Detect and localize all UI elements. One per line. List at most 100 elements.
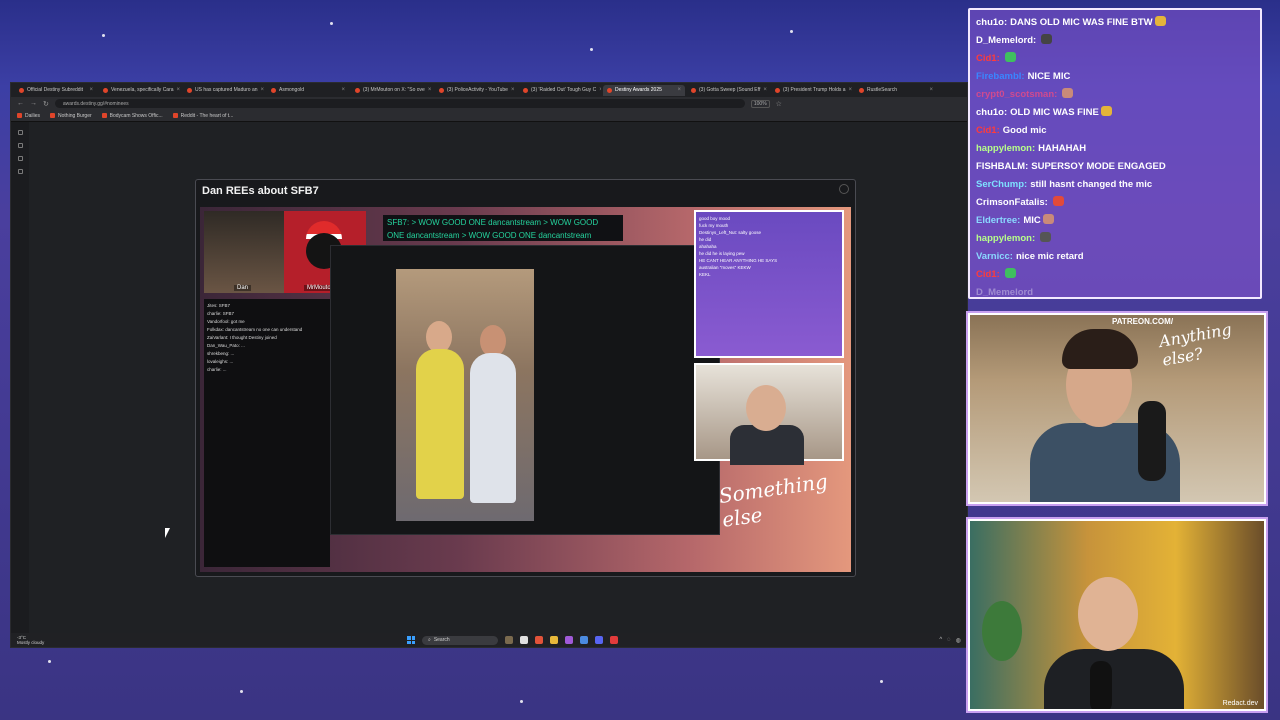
- chat-username[interactable]: Varnicc:: [976, 251, 1013, 262]
- bookmark-item[interactable]: Dailies: [17, 113, 40, 119]
- close-tab-icon[interactable]: ×: [511, 87, 515, 93]
- video-chat-line: fuck my mouth: [699, 223, 729, 228]
- browser-tab[interactable]: (3) 'Raided Out' Tough Guy C×: [519, 85, 601, 96]
- obs-icon[interactable]: [565, 636, 573, 644]
- chat-username[interactable]: crypt0_scotsman:: [976, 89, 1057, 100]
- discord-icon[interactable]: [595, 636, 603, 644]
- browser-tab[interactable]: Official Destiny Subreddit ×: [15, 85, 97, 96]
- close-tab-icon[interactable]: ×: [261, 87, 265, 93]
- sidebar-icon[interactable]: [17, 169, 23, 174]
- close-tab-icon[interactable]: ×: [763, 87, 767, 93]
- plant: [982, 601, 1022, 661]
- chat-username[interactable]: Cid1:: [976, 269, 1000, 280]
- tab-label: (3) Gotta Sweep (Sound Eff: [699, 87, 761, 93]
- chat-username[interactable]: D_Memelord:: [976, 35, 1036, 46]
- nominee-modal: Dan REEs about SFB7 Dan MrMouton SFB7: >…: [195, 179, 856, 577]
- close-tab-icon[interactable]: ×: [677, 87, 681, 93]
- close-tab-icon[interactable]: ×: [599, 87, 601, 93]
- chat-message: Cid1:: [976, 266, 1254, 284]
- bookmark-item[interactable]: Nothing Burger: [50, 113, 92, 119]
- bookmark-item[interactable]: Reddit - The heart of t...: [172, 113, 233, 119]
- close-tab-icon[interactable]: ×: [177, 87, 181, 93]
- dan-webcam: Dan: [204, 211, 284, 293]
- chat-text: MIC: [1023, 215, 1041, 226]
- chat-username[interactable]: CrimsonFatalis:: [976, 197, 1048, 208]
- chat-username[interactable]: happylemon:: [976, 143, 1035, 154]
- emote-icon: [1004, 52, 1016, 62]
- taskbar-search[interactable]: ⌕ Search: [422, 635, 498, 645]
- chat-username[interactable]: D_Memelord: [976, 287, 1033, 297]
- chat-username[interactable]: Eldertree:: [976, 215, 1020, 226]
- start-icon[interactable]: [407, 636, 415, 644]
- sfb-line-2: ONE dancantstream > WOW GOOD ONE dancant…: [387, 231, 592, 240]
- app-icon[interactable]: [610, 636, 618, 644]
- chat-username[interactable]: Cid1:: [976, 125, 1000, 136]
- close-tab-icon[interactable]: ×: [929, 87, 933, 93]
- browser-tab[interactable]: (3) Gotta Sweep (Sound Eff ×: [687, 85, 769, 96]
- chat-username[interactable]: chu1o:: [976, 107, 1007, 118]
- widgets-icon[interactable]: [505, 636, 513, 644]
- browser-tab[interactable]: US has captured Maduro an ×: [183, 85, 265, 96]
- browser-tab[interactable]: (3) President Trump Holds a ×: [771, 85, 853, 96]
- chat-text: NICE MIC: [1027, 71, 1071, 82]
- sidebar-icon[interactable]: [17, 143, 23, 148]
- chat-username[interactable]: SerChump:: [976, 179, 1027, 190]
- network-icon[interactable]: ◌: [947, 637, 951, 644]
- task-view-icon[interactable]: [520, 636, 528, 644]
- video-streamer-cam: [694, 363, 844, 465]
- chat-username[interactable]: happylemon:: [976, 233, 1035, 244]
- close-tab-icon[interactable]: ×: [849, 87, 853, 93]
- weather-desc: Mostly cloudy: [17, 640, 45, 645]
- bookmark-icon: [17, 113, 22, 118]
- video-chat-line: Vandorfool: got me: [207, 319, 245, 324]
- chrome-icon[interactable]: [535, 636, 543, 644]
- emote-icon: [1100, 106, 1112, 116]
- tab-label: (3) President Trump Holds a: [783, 87, 846, 93]
- chat-username[interactable]: FISHBALM:: [976, 161, 1028, 172]
- browser-tab[interactable]: RustleSearch ×: [855, 85, 937, 96]
- video-chat-line: australian "moves" KEKW: [699, 265, 751, 270]
- video-chat-line: Dan_Wau_Pato: ...: [207, 343, 245, 348]
- patreon-text: PATREON.COM/: [1112, 317, 1174, 326]
- chat-message: chu1o: DANS OLD MIC WAS FINE BTW: [976, 14, 1254, 32]
- hoodie: [1044, 649, 1184, 709]
- video-player[interactable]: Dan MrMouton SFB7: > WOW GOOD ONE dancan…: [200, 207, 851, 572]
- sidebar-icon[interactable]: [17, 156, 23, 161]
- favicon-icon: [859, 87, 864, 93]
- forward-icon[interactable]: →: [30, 100, 37, 107]
- reload-icon[interactable]: ↻: [43, 100, 49, 108]
- browser-tab[interactable]: Destiny Awards 2025 ×: [603, 84, 685, 96]
- sidebar-icon[interactable]: [17, 130, 23, 135]
- chevron-up-icon[interactable]: ^: [939, 637, 942, 644]
- search-label: Search: [433, 637, 450, 643]
- file-explorer-icon[interactable]: [550, 636, 558, 644]
- steam-icon[interactable]: [580, 636, 588, 644]
- weather-widget[interactable]: -3°C Mostly cloudy: [17, 635, 44, 645]
- url-input[interactable]: awards.destiny.gg/#nominees: [54, 99, 745, 108]
- tab-label: Official Destiny Subreddit: [27, 87, 84, 93]
- dan-cam-label: Dan: [234, 285, 252, 291]
- volume-icon[interactable]: ◍: [956, 637, 961, 644]
- browser-tab[interactable]: (3) PoliceActivity - YouTube ×: [435, 85, 517, 96]
- chat-text: still hasnt changed the mic: [1030, 179, 1153, 190]
- favicon-icon: [439, 87, 444, 93]
- star-icon[interactable]: ☆: [776, 100, 782, 108]
- back-icon[interactable]: ←: [17, 100, 24, 107]
- address-bar-row: ← → ↻ awards.destiny.gg/#nominees 100% ☆: [11, 97, 967, 110]
- close-tab-icon[interactable]: ×: [428, 87, 432, 93]
- close-tab-icon[interactable]: ×: [89, 87, 93, 93]
- close-icon[interactable]: [839, 184, 849, 194]
- zoom-level[interactable]: 100%: [750, 99, 770, 108]
- chat-message: FirebambI: NICE MIC: [976, 68, 1254, 86]
- chat-username[interactable]: chu1o:: [976, 17, 1007, 28]
- browser-tab[interactable]: Venezuela, specifically Cara ×: [99, 85, 181, 96]
- browser-tab[interactable]: (3) MrMouton on X: "So ove ×: [351, 85, 433, 96]
- chat-username[interactable]: Cid1:: [976, 53, 1000, 64]
- bookmark-item[interactable]: Bodycam Shows Offic...: [101, 113, 163, 119]
- browser-tab[interactable]: Asmongold ×: [267, 85, 349, 96]
- chat-username[interactable]: FirebambI:: [976, 71, 1025, 82]
- favicon-icon: [523, 87, 528, 93]
- close-tab-icon[interactable]: ×: [341, 87, 345, 93]
- tab-label: Asmongold: [279, 87, 305, 93]
- chat-text: SUPERSOY MODE ENGAGED: [1031, 161, 1166, 172]
